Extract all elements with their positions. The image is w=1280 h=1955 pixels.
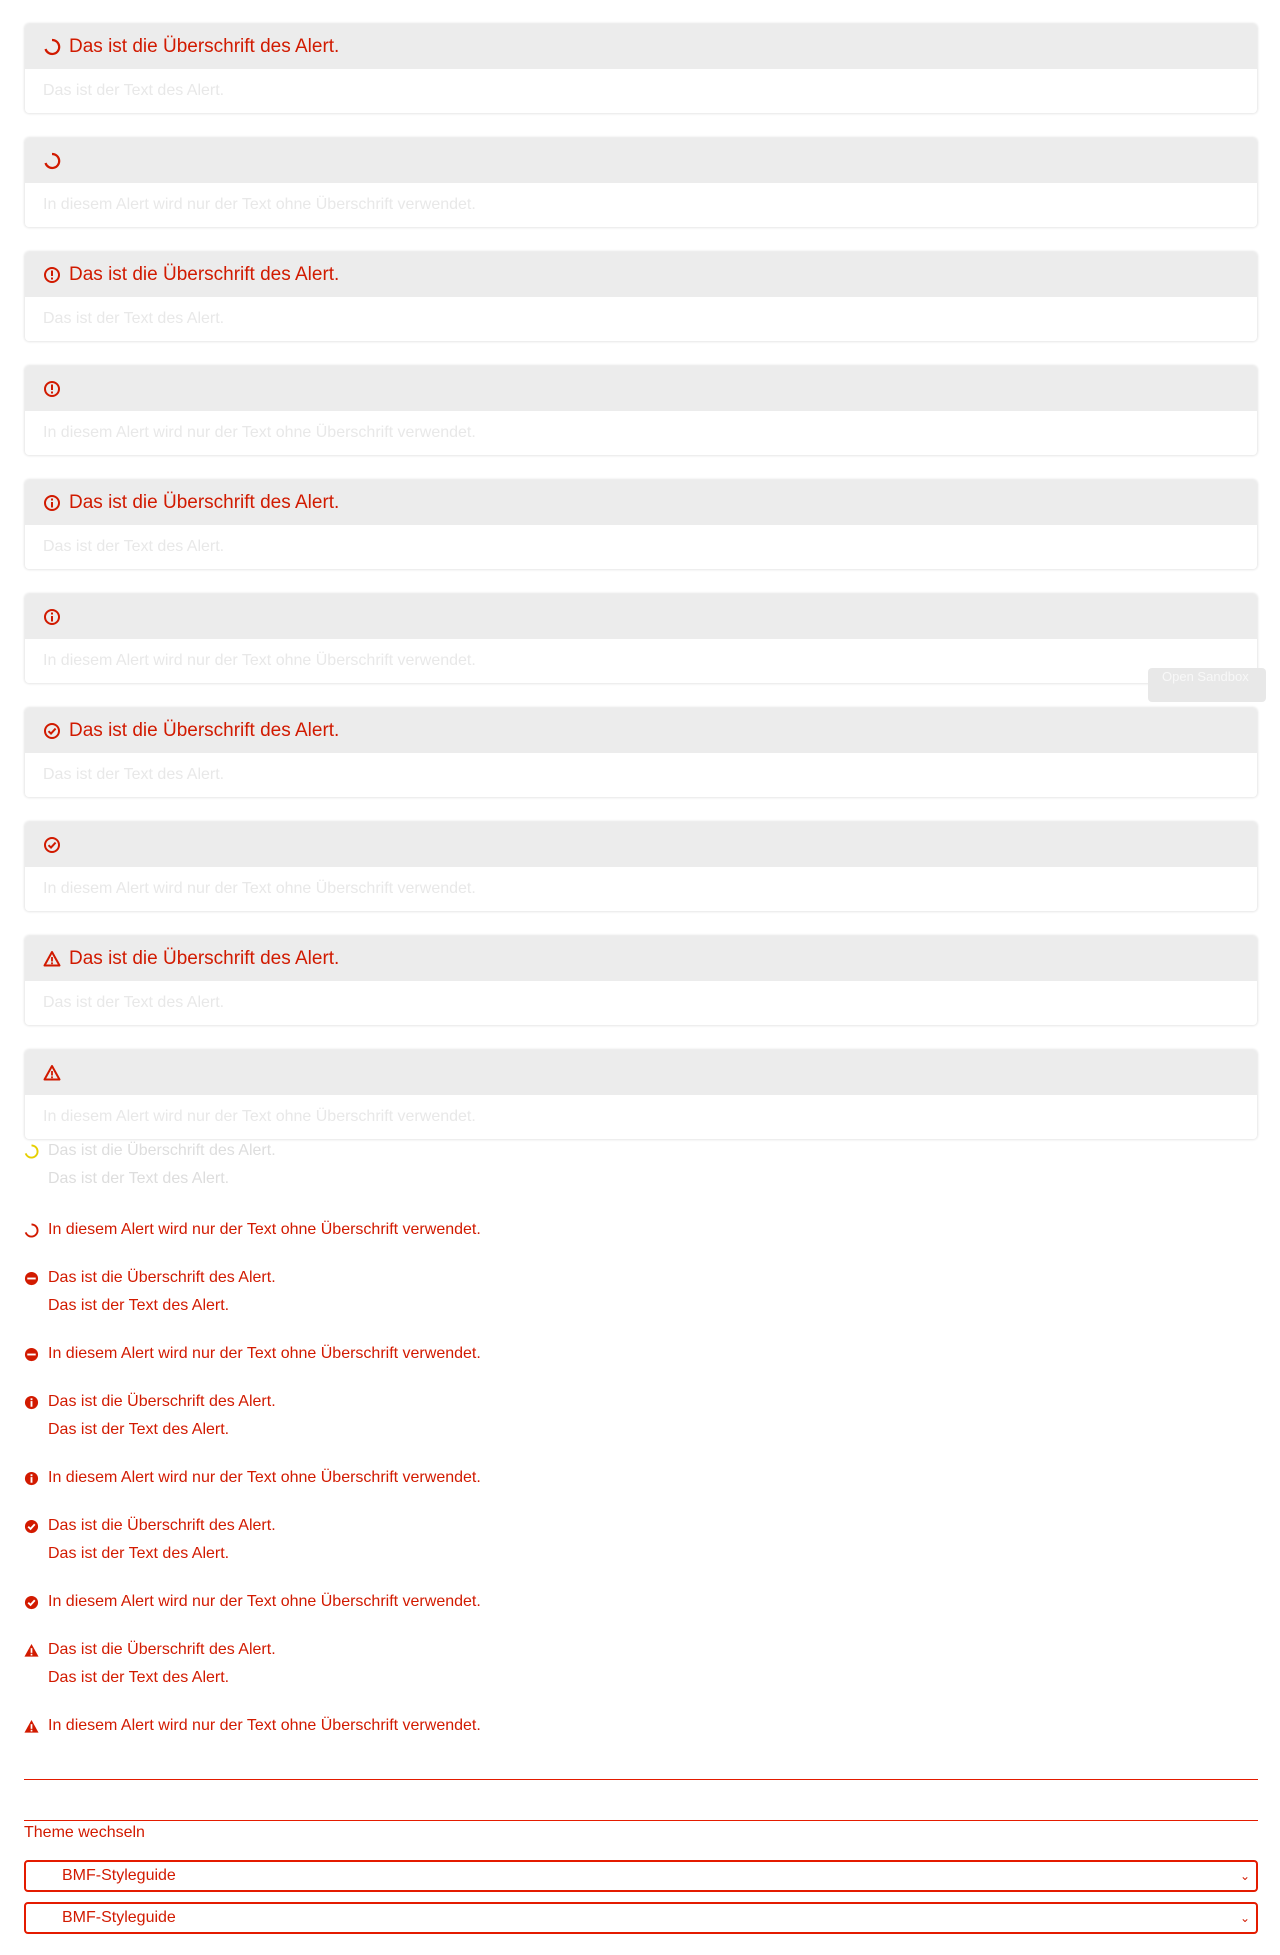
open-sandbox-label: Open Sandbox: [1162, 669, 1249, 684]
info-icon: [24, 1395, 39, 1410]
inline-alert-text: Das ist der Text des Alert.: [48, 1669, 230, 1686]
loading-icon: [24, 1222, 39, 1238]
info-icon: [43, 494, 61, 512]
loading-icon: [24, 1143, 39, 1159]
alert-text: In diesem Alert wird nur der Text ohne Ü…: [43, 652, 476, 669]
error-icon: [43, 266, 61, 284]
theme-switch-label: Theme wechseln: [24, 1824, 145, 1841]
alert-text: In diesem Alert wird nur der Text ohne Ü…: [43, 880, 476, 897]
alert-text: Das ist der Text des Alert.: [43, 538, 225, 555]
inline-alert-info-text-only: In diesem Alert wird nur der Text ohne Ü…: [24, 1469, 481, 1487]
inline-alert-info-title: Das ist die Überschrift des Alert.: [24, 1393, 276, 1411]
alert-info-text-only: In diesem Alert wird nur der Text ohne Ü…: [25, 594, 1257, 683]
warning-icon: [43, 1064, 61, 1082]
inline-alert-title: Das ist die Überschrift des Alert.: [48, 1641, 276, 1658]
alert-text: Das ist der Text des Alert.: [43, 310, 225, 327]
success-icon: [24, 1595, 39, 1610]
inline-alert-text-only: In diesem Alert wird nur der Text ohne Ü…: [48, 1221, 481, 1238]
alert-warning-with-title: Das ist die Überschrift des Alert. Das i…: [25, 936, 1257, 1025]
alert-text: In diesem Alert wird nur der Text ohne Ü…: [43, 196, 476, 213]
inline-alert-warning-text-only: In diesem Alert wird nur der Text ohne Ü…: [24, 1717, 481, 1735]
alert-text: In diesem Alert wird nur der Text ohne Ü…: [43, 424, 476, 441]
chevron-down-icon: ⌄: [1239, 1911, 1250, 1925]
alert-loading-text-only: In diesem Alert wird nur der Text ohne Ü…: [25, 138, 1257, 227]
alert-warning-text-only: In diesem Alert wird nur der Text ohne Ü…: [25, 1050, 1257, 1139]
inline-alert-error-title: Das ist die Überschrift des Alert.: [24, 1269, 276, 1287]
loading-icon: [43, 38, 61, 56]
loading-icon: [43, 152, 61, 170]
warning-icon: [43, 950, 61, 968]
alert-success-with-title: Das ist die Überschrift des Alert. Das i…: [25, 708, 1257, 797]
open-sandbox-button[interactable]: Open Sandbox: [1148, 668, 1266, 702]
inline-alert-text: Das ist der Text des Alert.: [48, 1297, 230, 1314]
alert-error-text-only: In diesem Alert wird nur der Text ohne Ü…: [25, 366, 1257, 455]
error-icon: [43, 380, 61, 398]
inline-alert-text-only: In diesem Alert wird nur der Text ohne Ü…: [48, 1469, 481, 1486]
inline-alert-text: Das ist der Text des Alert.: [48, 1545, 230, 1562]
alert-title: Das ist die Überschrift des Alert.: [69, 491, 340, 513]
alert-error-with-title: Das ist die Überschrift des Alert. Das i…: [25, 252, 1257, 341]
alert-title: Das ist die Überschrift des Alert.: [69, 35, 340, 57]
error-icon: [24, 1271, 39, 1286]
inline-alert-title: Das ist die Überschrift des Alert.: [48, 1269, 276, 1286]
inline-alert-error-text-only: In diesem Alert wird nur der Text ohne Ü…: [24, 1345, 481, 1363]
success-icon: [24, 1519, 39, 1534]
inline-alert-text-only: In diesem Alert wird nur der Text ohne Ü…: [48, 1345, 481, 1362]
alert-title: Das ist die Überschrift des Alert.: [69, 719, 340, 741]
alert-text: Das ist der Text des Alert.: [43, 766, 225, 783]
theme-select-value: BMF-Styleguide: [62, 1867, 176, 1884]
inline-alert-text-only: In diesem Alert wird nur der Text ohne Ü…: [48, 1593, 481, 1610]
inline-alert-title: Das ist die Überschrift des Alert.: [48, 1393, 276, 1410]
success-icon: [43, 722, 61, 740]
alert-success-text-only: In diesem Alert wird nur der Text ohne Ü…: [25, 822, 1257, 911]
inline-alert-text-only: In diesem Alert wird nur der Text ohne Ü…: [48, 1717, 481, 1734]
chevron-down-icon: ⌄: [1239, 1869, 1250, 1883]
inline-alert-title: Das ist die Überschrift des Alert.: [48, 1142, 276, 1159]
alert-loading-with-title: Das ist die Überschrift des Alert. Das i…: [25, 24, 1257, 113]
error-icon: [24, 1347, 39, 1362]
alert-info-with-title: Das ist die Überschrift des Alert. Das i…: [25, 480, 1257, 569]
inline-alert-success-text-only: In diesem Alert wird nur der Text ohne Ü…: [24, 1593, 481, 1611]
success-icon: [43, 836, 61, 854]
divider: [24, 1820, 1258, 1821]
inline-alert-loading-text-only: In diesem Alert wird nur der Text ohne Ü…: [24, 1221, 481, 1239]
alert-title: Das ist die Überschrift des Alert.: [69, 263, 340, 285]
alert-text: Das ist der Text des Alert.: [43, 82, 225, 99]
inline-alert-success-title: Das ist die Überschrift des Alert.: [24, 1517, 276, 1535]
info-icon: [43, 608, 61, 626]
alert-text: In diesem Alert wird nur der Text ohne Ü…: [43, 1108, 476, 1125]
alert-title: Das ist die Überschrift des Alert.: [69, 947, 340, 969]
theme-select-value: BMF-Styleguide: [62, 1909, 176, 1926]
warning-icon: [24, 1643, 39, 1658]
inline-alert-loading-title: Das ist die Überschrift des Alert.: [24, 1142, 276, 1160]
inline-alert-warning-title: Das ist die Überschrift des Alert.: [24, 1641, 276, 1659]
info-icon: [24, 1471, 39, 1486]
theme-select[interactable]: BMF-Styleguide ⌄: [24, 1860, 1258, 1892]
alert-text: Das ist der Text des Alert.: [43, 994, 225, 1011]
inline-alert-title: Das ist die Überschrift des Alert.: [48, 1517, 276, 1534]
inline-alert-text: Das ist der Text des Alert.: [48, 1170, 230, 1187]
inline-alert-text: Das ist der Text des Alert.: [48, 1421, 230, 1438]
divider: [24, 1779, 1258, 1780]
theme-select-secondary[interactable]: BMF-Styleguide ⌄: [24, 1902, 1258, 1934]
warning-icon: [24, 1719, 39, 1734]
